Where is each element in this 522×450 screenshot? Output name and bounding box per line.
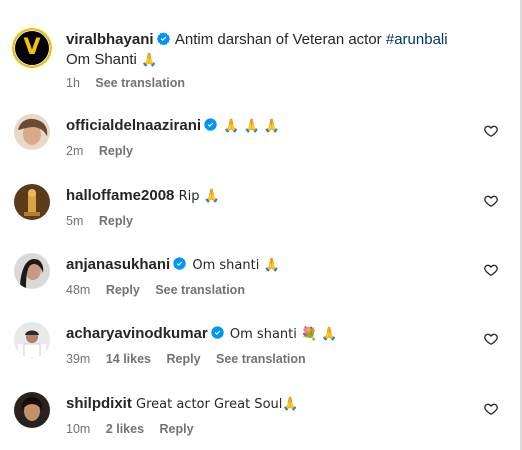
- comment-time: 5m: [66, 214, 84, 228]
- caption-username[interactable]: viralbhayani: [66, 31, 154, 48]
- avatar[interactable]: [14, 253, 50, 289]
- see-translation-button[interactable]: See translation: [155, 283, 245, 297]
- comment-username[interactable]: acharyavinodkumar: [66, 325, 208, 342]
- likes-count-button[interactable]: 14 likes: [106, 352, 151, 366]
- reply-button[interactable]: Reply: [166, 352, 200, 366]
- hashtag-link[interactable]: #arunbali: [386, 31, 448, 48]
- verified-badge-icon: [156, 32, 170, 45]
- post-caption: V viralbhayani Antim darshan of Veteran …: [10, 24, 500, 94]
- see-translation-button[interactable]: See translation: [216, 352, 306, 366]
- comment-text: Om shanti 💐 🙏: [229, 327, 338, 342]
- verified-badge-icon: [204, 118, 217, 131]
- comment-time: 39m: [66, 352, 91, 366]
- heart-outline-icon[interactable]: [484, 263, 498, 277]
- heart-outline-icon[interactable]: [484, 402, 498, 416]
- comment-meta: 10m 2 likes Reply: [66, 422, 466, 436]
- comment-time: 2m: [66, 144, 84, 158]
- reply-button[interactable]: Reply: [160, 422, 194, 436]
- comment-item: anjanasukhani Om shanti 🙏 48m Reply See …: [10, 253, 506, 315]
- caption-line2: Om Shanti: [66, 51, 137, 68]
- heart-outline-icon[interactable]: [484, 194, 498, 208]
- comment-meta: 5m Reply: [66, 214, 466, 228]
- comment-item: shilpdixit Great actor Great Soul🙏 10m 2…: [10, 392, 506, 450]
- see-translation-button[interactable]: See translation: [95, 76, 185, 90]
- verified-badge-icon: [211, 326, 224, 339]
- avatar[interactable]: [14, 184, 50, 220]
- reply-button[interactable]: Reply: [106, 283, 140, 297]
- caption-text: viralbhayani Antim darshan of Veteran ac…: [66, 30, 496, 71]
- comment-username[interactable]: halloffame2008: [66, 187, 174, 204]
- comment-text: Rip 🙏: [178, 189, 220, 204]
- logo-v-icon: V: [23, 35, 41, 60]
- comment-text: Great actor Great Soul🙏: [136, 397, 299, 412]
- caption-emoji: 🙏: [141, 53, 158, 68]
- likes-count-button[interactable]: 2 likes: [106, 422, 144, 436]
- comment-username[interactable]: anjanasukhani: [66, 256, 170, 273]
- comment-time: 48m: [66, 283, 91, 297]
- comment-item: officialdelnaazirani 🙏 🙏 🙏 2m Reply: [10, 114, 506, 176]
- caption-time: 1h: [66, 76, 80, 90]
- reply-button[interactable]: Reply: [99, 144, 133, 158]
- comment-meta: 39m 14 likes Reply See translation: [66, 352, 466, 366]
- comment-time: 10m: [66, 422, 91, 436]
- comment-username[interactable]: shilpdixit: [66, 395, 132, 412]
- avatar[interactable]: [14, 322, 50, 358]
- comment-username[interactable]: officialdelnaazirani: [66, 117, 201, 134]
- caption-body: Antim darshan of Veteran actor: [174, 31, 382, 48]
- comment-text: 🙏 🙏 🙏: [223, 119, 281, 134]
- comment-item: acharyavinodkumar Om shanti 💐 🙏 39m 14 l…: [10, 322, 506, 384]
- avatar[interactable]: V: [12, 28, 52, 68]
- heart-outline-icon[interactable]: [484, 332, 498, 346]
- comment-text: Om shanti 🙏: [192, 258, 280, 273]
- avatar[interactable]: [14, 114, 50, 150]
- verified-badge-icon: [173, 257, 186, 270]
- avatar[interactable]: [14, 392, 50, 428]
- heart-outline-icon[interactable]: [484, 124, 498, 138]
- comment-meta: 48m Reply See translation: [66, 283, 466, 297]
- comment-item: halloffame2008 Rip 🙏 5m Reply: [10, 184, 506, 246]
- caption-meta: 1h See translation: [66, 76, 466, 90]
- reply-button[interactable]: Reply: [99, 214, 133, 228]
- comment-meta: 2m Reply: [66, 144, 466, 158]
